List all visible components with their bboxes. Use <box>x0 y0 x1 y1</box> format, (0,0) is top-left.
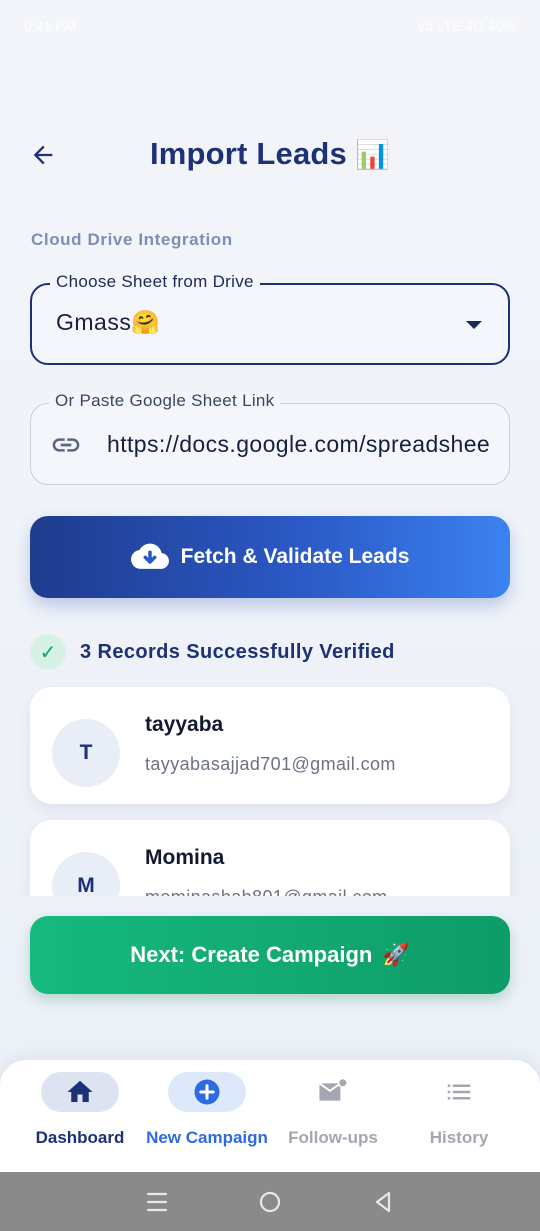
avatar: T <box>52 719 120 787</box>
triangle-back-icon <box>376 1191 391 1212</box>
sheet-link-input[interactable] <box>107 424 489 464</box>
chart-emoji-icon: 📊 <box>354 139 391 170</box>
list-icon <box>447 1084 471 1100</box>
check-icon: ✓ <box>30 634 66 670</box>
next-create-campaign-label: Next: Create Campaign <box>130 942 373 967</box>
nav-history-label: History <box>429 1128 489 1147</box>
status-time: 9:41 PM <box>24 18 77 34</box>
avatar: M <box>52 852 120 896</box>
nav-history-pill <box>420 1072 498 1112</box>
sheet-link-field[interactable]: Or Paste Google Sheet Link <box>30 391 510 485</box>
mail-icon <box>318 1077 348 1101</box>
circle-icon <box>259 1191 281 1212</box>
fetch-validate-button[interactable]: Fetch & Validate Leads <box>30 516 510 598</box>
verified-text: 3 Records Successfully Verified <box>80 640 395 663</box>
nav-follow-ups-pill <box>294 1072 372 1112</box>
nav-new-campaign-pill <box>168 1072 246 1112</box>
page-title: Import Leads 📊 <box>0 136 540 172</box>
drive-sheet-select[interactable]: Choose Sheet from Drive Gmass🤗 <box>30 272 510 365</box>
nav-dashboard[interactable]: Dashboard <box>17 1072 143 1162</box>
menu-icon <box>146 1192 167 1211</box>
recent-apps-button[interactable] <box>137 1182 177 1222</box>
caret-down-icon[interactable] <box>466 321 482 329</box>
add-circle-icon <box>194 1079 220 1105</box>
lead-name: tayyaba <box>145 713 224 736</box>
lead-email: mominashah801@gmail.com <box>145 887 388 896</box>
leads-list[interactable]: T tayyaba tayyabasajjad701@gmail.com M M… <box>20 680 520 896</box>
fetch-validate-label: Fetch & Validate Leads <box>180 545 410 568</box>
nav-dashboard-label: Dashboard <box>35 1128 125 1147</box>
nav-new-campaign[interactable]: New Campaign <box>144 1072 270 1162</box>
nav-history[interactable]: History <box>396 1072 522 1162</box>
nav-dashboard-pill <box>41 1072 119 1112</box>
section-label: Cloud Drive Integration <box>31 230 233 249</box>
nav-follow-ups-label: Follow-ups <box>288 1128 378 1147</box>
nav-follow-ups[interactable]: Follow-ups <box>270 1072 396 1162</box>
next-create-campaign-button[interactable]: Next: Create Campaign 🚀 <box>30 916 510 994</box>
lead-email: tayyabasajjad701@gmail.com <box>145 754 396 774</box>
system-back-button[interactable] <box>363 1182 403 1222</box>
drive-sheet-value: Gmass🤗 <box>56 309 161 335</box>
bottom-navigation: Dashboard New Campaign Follow-ups Histor… <box>0 1060 540 1172</box>
page-title-text: Import Leads <box>149 136 347 171</box>
header: Import Leads 📊 <box>0 128 540 184</box>
verified-status: ✓ 3 Records Successfully Verified <box>30 634 395 670</box>
sheet-link-label: Or Paste Google Sheet Link <box>49 391 281 411</box>
status-right-text: Vo LTE 4G 40% <box>416 18 516 34</box>
lead-card[interactable]: T tayyaba tayyabasajjad701@gmail.com <box>30 687 510 804</box>
link-icon <box>49 428 83 462</box>
home-icon <box>67 1080 93 1102</box>
lead-card[interactable]: M Momina mominashah801@gmail.com <box>30 820 510 896</box>
drive-sheet-label: Choose Sheet from Drive <box>50 272 260 292</box>
nav-new-campaign-label: New Campaign <box>146 1128 268 1147</box>
status-bar: 9:41 PM Vo LTE 4G 40% <box>0 0 540 52</box>
lead-name: Momina <box>145 846 225 869</box>
status-indicators: Vo LTE 4G 40% <box>417 18 516 34</box>
rocket-icon: 🚀 <box>382 942 410 967</box>
cloud-download-icon <box>130 543 169 569</box>
home-button[interactable] <box>250 1182 290 1222</box>
system-navigation-bar <box>0 1172 540 1231</box>
